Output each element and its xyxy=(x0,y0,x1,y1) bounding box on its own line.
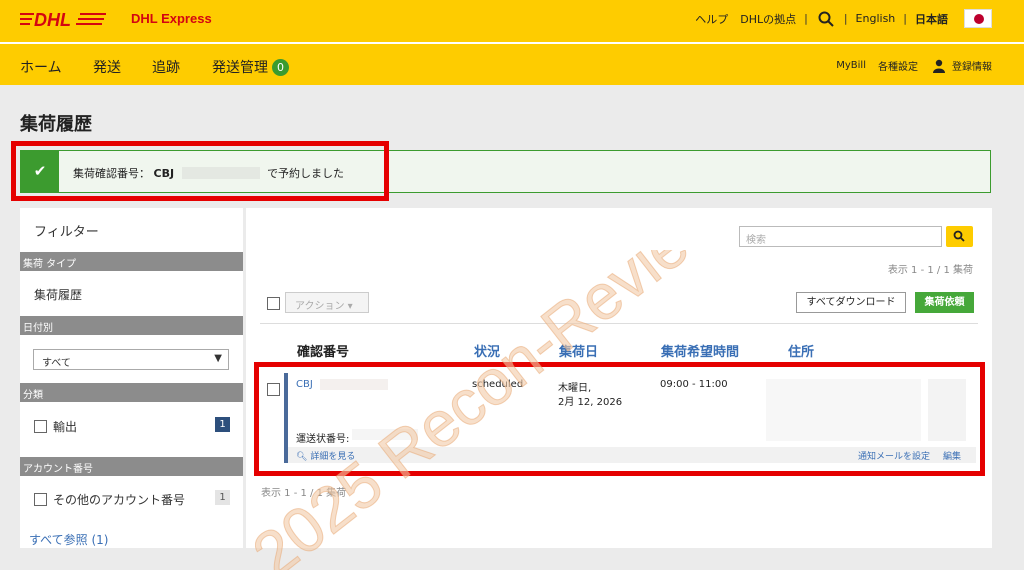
other-account-checkbox[interactable] xyxy=(34,493,47,506)
col-confirm[interactable]: 確認番号 xyxy=(297,341,349,360)
filter-title: フィルター xyxy=(34,225,99,240)
section-account: アカウント番号 xyxy=(20,457,243,476)
export-checkbox[interactable] xyxy=(34,420,47,433)
col-address[interactable]: 住所 xyxy=(788,341,814,360)
result-count-bottom: 表示 1 - 1 / 1 集荷 xyxy=(261,488,347,499)
result-count-top: 表示 1 - 1 / 1 集荷 xyxy=(887,265,973,276)
japan-flag-icon[interactable] xyxy=(964,9,992,28)
person-icon xyxy=(933,59,945,73)
date-select-value: すべて xyxy=(42,358,71,369)
export-count-badge: 1 xyxy=(215,417,230,432)
brand-name: DHL Express xyxy=(131,11,212,26)
nav-manage-label: 発送管理 xyxy=(212,60,268,76)
pickup-history-filter[interactable]: 集荷履歴 xyxy=(34,286,82,303)
section-pickup-type: 集荷 タイプ xyxy=(20,252,243,271)
col-status[interactable]: 状況 xyxy=(474,341,500,360)
lang-japanese-link[interactable]: 日本語 xyxy=(909,11,954,27)
export-filter[interactable]: 輸出 xyxy=(34,418,77,435)
nav-track[interactable]: 追跡 xyxy=(152,57,180,77)
request-pickup-button[interactable]: 集荷依頼 xyxy=(915,292,974,313)
dropdown-arrow-icon: ▼ xyxy=(214,353,222,364)
date-select[interactable]: すべて ▼ xyxy=(33,349,229,370)
lang-english-link[interactable]: English xyxy=(850,12,902,25)
main-nav: ホーム 発送 追跡 発送管理 0 MyBill 各種設定 登録情報 xyxy=(0,42,1024,85)
select-all-checkbox[interactable] xyxy=(267,297,280,310)
help-link[interactable]: ヘルプ xyxy=(689,11,734,27)
action-dropdown[interactable]: アクション ▾ xyxy=(285,292,369,313)
other-account-filter[interactable]: その他のアカウント番号 xyxy=(34,491,185,508)
search-icon[interactable] xyxy=(818,11,834,27)
search-input[interactable]: 検索 xyxy=(739,226,942,247)
see-all-link[interactable]: すべて参照 (1) xyxy=(29,531,109,548)
dhl-logo[interactable]: DHL xyxy=(20,9,110,29)
highlight-box xyxy=(11,141,389,201)
svg-text:DHL: DHL xyxy=(34,10,71,29)
divider: | xyxy=(843,12,848,25)
other-account-label: その他のアカウント番号 xyxy=(53,493,186,507)
profile-link[interactable]: 登録情報 xyxy=(952,58,992,73)
nav-home[interactable]: ホーム xyxy=(20,57,62,77)
manage-count-badge: 0 xyxy=(272,59,289,76)
section-date: 日付別 xyxy=(20,316,243,335)
search-button[interactable] xyxy=(946,226,973,247)
divider xyxy=(260,323,978,324)
divider: | xyxy=(903,12,907,25)
mybill-link[interactable]: MyBill xyxy=(836,60,866,71)
col-time[interactable]: 集荷希望時間 xyxy=(661,341,739,360)
highlight-box xyxy=(254,362,985,476)
locations-link[interactable]: DHLの拠点 xyxy=(734,11,802,27)
page-title: 集荷履歴 xyxy=(20,114,92,135)
col-date[interactable]: 集荷日 xyxy=(559,341,598,360)
filter-sidebar: フィルター 集荷 タイプ 集荷履歴 日付別 すべて ▼ 分類 輸出 1 アカウン… xyxy=(20,208,243,548)
divider: | xyxy=(804,12,808,25)
section-classification: 分類 xyxy=(20,383,243,402)
export-label: 輸出 xyxy=(53,420,78,434)
settings-link[interactable]: 各種設定 xyxy=(878,58,918,73)
search-icon xyxy=(953,230,965,242)
nav-manage[interactable]: 発送管理 0 xyxy=(212,57,289,77)
account-count-badge: 1 xyxy=(215,490,230,505)
download-all-button[interactable]: すべてダウンロード xyxy=(796,292,906,313)
utility-nav: ヘルプ DHLの拠点 | | English | 日本語 xyxy=(689,9,992,28)
account-nav: MyBill 各種設定 登録情報 xyxy=(824,58,992,73)
top-header: DHL DHL Express ヘルプ DHLの拠点 | | English |… xyxy=(0,0,1024,42)
nav-ship[interactable]: 発送 xyxy=(93,57,121,77)
